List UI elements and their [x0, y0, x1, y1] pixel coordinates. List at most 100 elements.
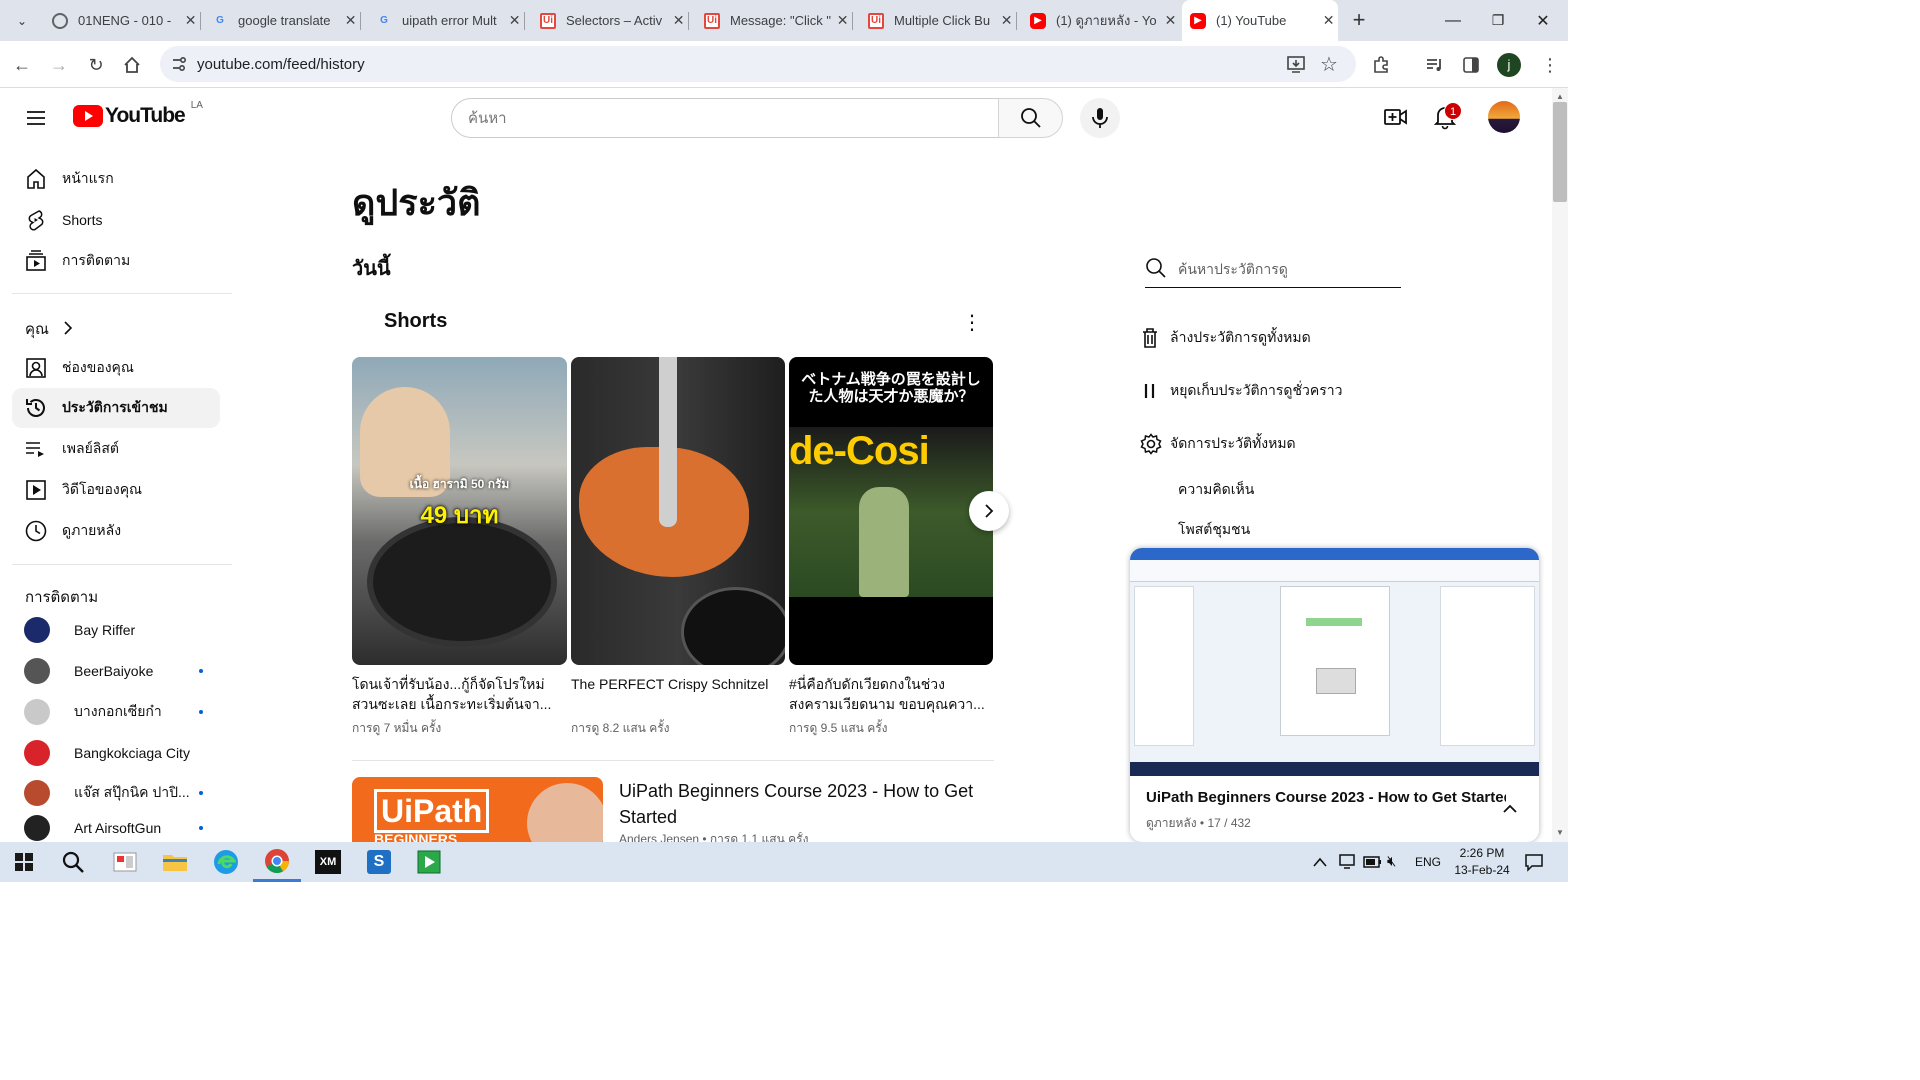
youtube-logo[interactable]: YouTube LA [73, 100, 203, 128]
chrome-menu-icon[interactable]: ⋮ [1536, 51, 1564, 79]
network-icon[interactable] [1338, 853, 1358, 876]
close-tab-icon[interactable]: ✕ [1161, 12, 1180, 29]
browser-tab-7[interactable]: ▶ (1) ดูภายหลัง - Yo ✕ [1024, 0, 1180, 41]
close-tab-icon[interactable]: ✕ [833, 12, 852, 29]
shelf-next-button[interactable] [969, 491, 1009, 531]
search-icon[interactable] [49, 842, 97, 882]
chevron-up-icon[interactable] [1502, 801, 1518, 819]
subscription-item[interactable]: BeerBaiyoke [12, 651, 220, 691]
edge-icon[interactable] [202, 842, 250, 882]
comments-link[interactable]: ความคิดเห็น [1178, 479, 1254, 501]
task-view-icon[interactable] [101, 842, 149, 882]
sidebar-item-watch-later[interactable]: ดูภายหลัง [12, 511, 220, 551]
pause-history-button[interactable]: หยุดเก็บประวัติการดูชั่วคราว [1140, 376, 1342, 406]
miniplayer-title[interactable]: UiPath Beginners Course 2023 - How to Ge… [1146, 789, 1506, 806]
sidebar-item-shorts[interactable]: Shorts [12, 200, 220, 240]
battery-icon[interactable] [1363, 855, 1383, 874]
new-content-dot [199, 826, 203, 830]
tray-expand-icon[interactable] [1313, 854, 1327, 870]
short-thumbnail[interactable]: เนื้อ ฮารามิ 50 กรัม 49 บาท [352, 357, 567, 665]
side-panel-icon[interactable] [1457, 51, 1485, 79]
video-thumbnail[interactable]: UiPath BEGINNERS [352, 777, 603, 842]
media-player-icon[interactable] [405, 842, 453, 882]
restore-button[interactable]: ❐ [1475, 0, 1521, 41]
windows-start-icon[interactable] [0, 842, 48, 882]
close-tab-icon[interactable]: ✕ [505, 12, 524, 29]
sidebar-item-your-channel[interactable]: ช่องของคุณ [12, 348, 220, 388]
short-thumbnail[interactable] [571, 357, 785, 665]
profile-avatar[interactable]: j [1497, 53, 1521, 77]
back-icon[interactable]: ← [8, 51, 36, 79]
sidebar-item-history[interactable]: ประวัติการเข้าชม [12, 388, 220, 428]
subscription-item[interactable]: Bay Riffer [12, 610, 220, 650]
sidebar-item-subscriptions[interactable]: การติดตาม [12, 241, 220, 281]
miniplayer-video[interactable] [1130, 548, 1539, 776]
community-posts-link[interactable]: โพสต์ชุมชน [1178, 519, 1250, 541]
search-button[interactable] [998, 98, 1063, 138]
home-icon[interactable] [118, 51, 146, 79]
create-video-icon[interactable] [1383, 105, 1409, 134]
video-title[interactable]: UiPath Beginners Course 2023 - How to Ge… [619, 778, 991, 830]
browser-tab-1[interactable]: 01NENG - 010 - ✕ [44, 0, 201, 41]
install-app-icon[interactable] [1286, 54, 1306, 79]
close-tab-icon[interactable]: ✕ [669, 12, 688, 29]
media-control-icon[interactable] [1421, 51, 1449, 79]
clear-history-button[interactable]: ล้างประวัติการดูทั้งหมด [1140, 323, 1311, 353]
short-title[interactable]: The PERFECT Crispy Schnitzel [571, 674, 781, 694]
input-language[interactable]: ENG [1415, 855, 1441, 869]
short-title[interactable]: โดนเจ้าที่รับน้อง...กู้ก็จัดโปรใหม่ สวนซ… [352, 674, 562, 714]
thumbnail-presenter [527, 783, 603, 842]
guide-menu-icon[interactable] [24, 106, 48, 135]
browser-tab-4[interactable]: Ui Selectors – Activ ✕ [532, 0, 689, 41]
scroll-down-arrow[interactable]: ▼ [1556, 828, 1564, 837]
close-tab-icon[interactable]: ✕ [997, 12, 1016, 29]
sidebar-you-heading[interactable]: คุณ [25, 317, 73, 341]
xm-app-icon[interactable]: XM [304, 842, 352, 882]
studio-app-icon[interactable]: S [355, 842, 403, 882]
clock[interactable]: 2:26 PM 13-Feb-24 [1452, 845, 1512, 879]
voice-search-button[interactable] [1080, 98, 1120, 138]
notification-center-icon[interactable] [1524, 852, 1544, 877]
reload-icon[interactable]: ↻ [82, 51, 110, 79]
minimize-button[interactable]: — [1430, 0, 1476, 41]
subscription-item[interactable]: แจ๊ส สปุ๊กนิค ปาปิ... [12, 773, 220, 813]
sidebar-item-playlists[interactable]: เพลย์ลิสต์ [12, 429, 220, 469]
section-divider [352, 760, 994, 761]
close-window-button[interactable]: ✕ [1520, 0, 1566, 41]
subscription-item[interactable]: บางกอกเซียก๋า [12, 692, 220, 732]
tab-search-button[interactable]: ⌄ [8, 8, 36, 34]
close-tab-icon[interactable]: ✕ [181, 12, 200, 29]
manage-history-button[interactable]: จัดการประวัติทั้งหมด [1140, 429, 1296, 459]
account-avatar[interactable] [1488, 101, 1520, 133]
address-bar[interactable]: youtube.com/feed/history ☆ [160, 46, 1356, 82]
sidebar-item-label: ช่องของคุณ [62, 359, 134, 375]
browser-tab-8-active[interactable]: ▶ (1) YouTube ✕ [1182, 0, 1338, 41]
page-scrollbar[interactable]: ▲ ▼ [1552, 88, 1568, 842]
site-info-icon[interactable] [170, 55, 188, 78]
scrollbar-thumb[interactable] [1553, 102, 1567, 202]
browser-tab-6[interactable]: Ui Multiple Click Bu ✕ [860, 0, 1017, 41]
short-thumbnail[interactable]: ベトナム戦争の罠を設計した人物は天才か悪魔か？ de-Cosi [789, 357, 993, 665]
extensions-icon[interactable] [1367, 51, 1395, 79]
history-search-field[interactable]: ค้นหาประวัติการดู [1145, 252, 1401, 288]
subscription-item[interactable]: Bangkokciaga City [12, 733, 220, 773]
chrome-icon[interactable] [253, 842, 301, 882]
close-tab-icon[interactable]: ✕ [1319, 12, 1338, 29]
file-explorer-icon[interactable] [151, 842, 199, 882]
sidebar-item-home[interactable]: หน้าแรก [12, 159, 220, 199]
sidebar-item-your-videos[interactable]: วิดีโอของคุณ [12, 470, 220, 510]
new-tab-button[interactable]: + [1346, 8, 1372, 34]
miniplayer[interactable]: UiPath Beginners Course 2023 - How to Ge… [1130, 548, 1539, 842]
short-title[interactable]: #นี่คือกับดักเวียดกงในช่วง สงครามเวียดนา… [789, 674, 994, 714]
shelf-more-icon[interactable]: ⋮ [962, 310, 982, 335]
browser-tab-2[interactable]: G google translate ✕ [204, 0, 361, 41]
subscription-item[interactable]: Art AirsoftGun [12, 814, 220, 842]
close-tab-icon[interactable]: ✕ [341, 12, 360, 29]
volume-muted-icon[interactable]: 🔇︎ [1387, 853, 1396, 870]
browser-tab-5[interactable]: Ui Message: "Click " ✕ [696, 0, 853, 41]
scroll-up-arrow[interactable]: ▲ [1556, 92, 1564, 101]
forward-icon[interactable]: → [45, 51, 73, 79]
search-input[interactable] [451, 98, 999, 138]
browser-tab-3[interactable]: G uipath error Mult ✕ [368, 0, 525, 41]
bookmark-star-icon[interactable]: ☆ [1320, 52, 1338, 77]
